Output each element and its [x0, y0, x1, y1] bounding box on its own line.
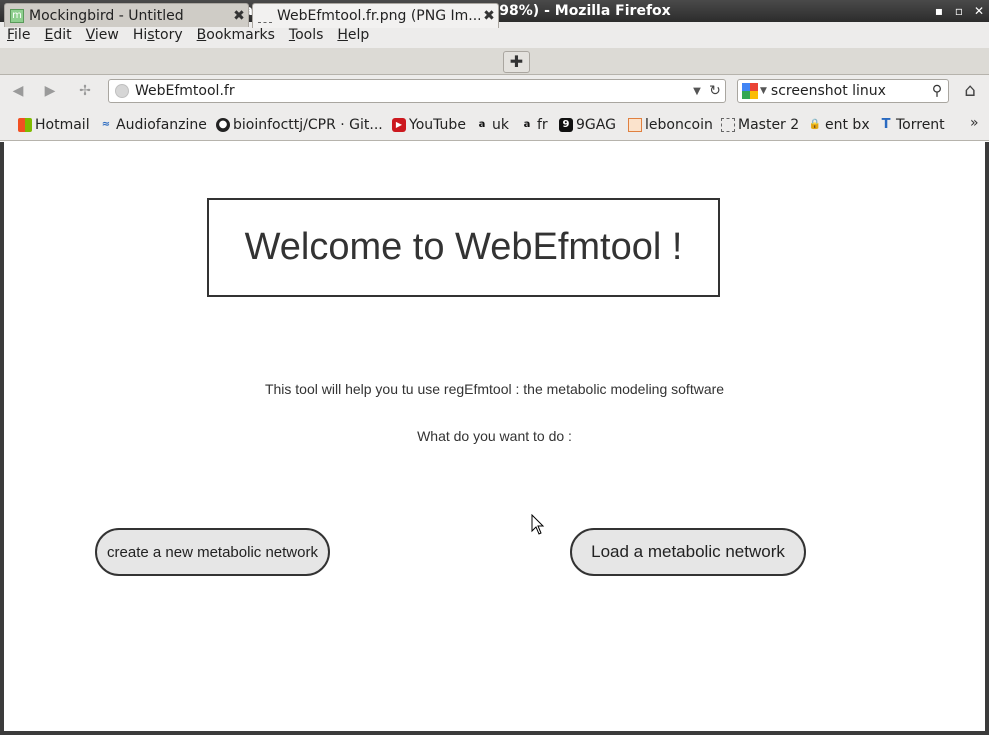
mouse-cursor-icon — [531, 514, 545, 535]
tab-mockingbird[interactable]: m Mockingbird - Untitled ✖ — [4, 3, 249, 27]
tab-webefmtool-png[interactable]: WebEfmtool.fr.png (PNG Im... ✖ — [252, 3, 499, 28]
folder-dashed-icon — [721, 118, 735, 132]
new-tab-button[interactable]: ✚ — [503, 51, 530, 73]
bookmark-github[interactable]: ● bioinfocttj/CPR · Git... — [216, 116, 383, 134]
search-bar[interactable]: ▼ screenshot linux ⚲ — [737, 79, 949, 103]
torrent-icon: T — [881, 117, 891, 132]
tab-label: Mockingbird - Untitled — [29, 7, 184, 24]
close-tab-icon[interactable]: ✖ — [480, 8, 498, 24]
bookmark-leboncoin[interactable]: leboncoin — [628, 116, 713, 134]
create-network-button[interactable]: create a new metabolic network — [95, 528, 330, 576]
close-window-button[interactable]: ✕ — [969, 4, 989, 18]
identity-icon[interactable]: ✢ — [75, 81, 95, 101]
menu-edit[interactable]: Edit — [37, 27, 78, 43]
intro-text: This tool will help you tu use regEfmtoo… — [264, 381, 725, 397]
url-dropdown-icon[interactable]: ▼ — [689, 86, 705, 97]
image-file-icon — [258, 9, 272, 23]
url-text[interactable]: WebEfmtool.fr — [135, 83, 689, 99]
menu-view[interactable]: View — [79, 27, 126, 43]
load-network-label: Load a metabolic network — [591, 542, 785, 561]
lock-icon: 🔒 — [808, 119, 822, 130]
bookmark-amazon-fr[interactable]: a fr — [520, 116, 548, 134]
tab-label: WebEfmtool.fr.png (PNG Im... — [277, 8, 480, 24]
bookmark-audiofanzine[interactable]: ≈ Audiofanzine — [99, 116, 207, 134]
search-engine-dropdown-icon[interactable]: ▼ — [760, 86, 767, 96]
bookmark-hotmail[interactable]: Hotmail — [18, 116, 90, 134]
minimize-button[interactable]: ▪ — [929, 4, 949, 18]
maximize-button[interactable]: ▫ — [949, 4, 969, 18]
menu-tools[interactable]: Tools — [282, 27, 331, 43]
github-icon: ● — [216, 118, 230, 132]
welcome-heading-box: Welcome to WebEfmtool ! — [207, 198, 720, 297]
page-heading: Welcome to WebEfmtool ! — [244, 226, 683, 268]
bookmark-9gag[interactable]: 9 9GAG — [559, 116, 616, 134]
bookmark-ent-bx[interactable]: 🔒 ent bx — [808, 116, 870, 134]
audiofanzine-icon: ≈ — [101, 119, 111, 130]
tab-bar — [0, 48, 989, 75]
leboncoin-icon — [628, 118, 642, 132]
bookmark-master2[interactable]: Master 2 — [721, 116, 799, 134]
back-arrow-icon[interactable]: ◀ — [8, 81, 28, 101]
load-network-button[interactable]: Load a metabolic network — [570, 528, 806, 576]
url-bar[interactable]: WebEfmtool.fr ▼ ↻ — [108, 79, 726, 103]
bookmark-amazon-uk[interactable]: a uk — [475, 116, 509, 134]
close-tab-icon[interactable]: ✖ — [230, 8, 248, 24]
home-icon[interactable]: ⌂ — [958, 80, 982, 102]
window-frame-bottom — [0, 731, 989, 735]
amazon-icon: a — [523, 119, 531, 130]
menu-help[interactable]: Help — [330, 27, 376, 43]
menu-bookmarks[interactable]: Bookmarks — [190, 27, 282, 43]
windows-logo-icon — [18, 118, 32, 132]
9gag-icon: 9 — [559, 118, 573, 132]
reload-icon[interactable]: ↻ — [705, 83, 725, 99]
globe-icon — [115, 84, 129, 98]
youtube-icon: ▶ — [392, 118, 406, 132]
google-icon[interactable] — [742, 83, 758, 99]
search-input[interactable]: screenshot linux — [771, 83, 926, 99]
bookmarks-overflow-chevron-icon[interactable]: » — [970, 115, 979, 131]
bookmark-youtube[interactable]: ▶ YouTube — [392, 116, 466, 134]
amazon-icon: a — [478, 119, 486, 130]
search-icon[interactable]: ⚲ — [926, 83, 948, 99]
bookmark-torrent[interactable]: T Torrent — [879, 116, 945, 134]
menu-file[interactable]: File — [0, 27, 37, 43]
create-network-label: create a new metabolic network — [107, 543, 318, 561]
menu-history[interactable]: History — [126, 27, 190, 43]
mockingbird-icon: m — [10, 8, 24, 23]
question-text: What do you want to do : — [417, 428, 572, 444]
forward-arrow-icon[interactable]: ▶ — [40, 81, 60, 101]
